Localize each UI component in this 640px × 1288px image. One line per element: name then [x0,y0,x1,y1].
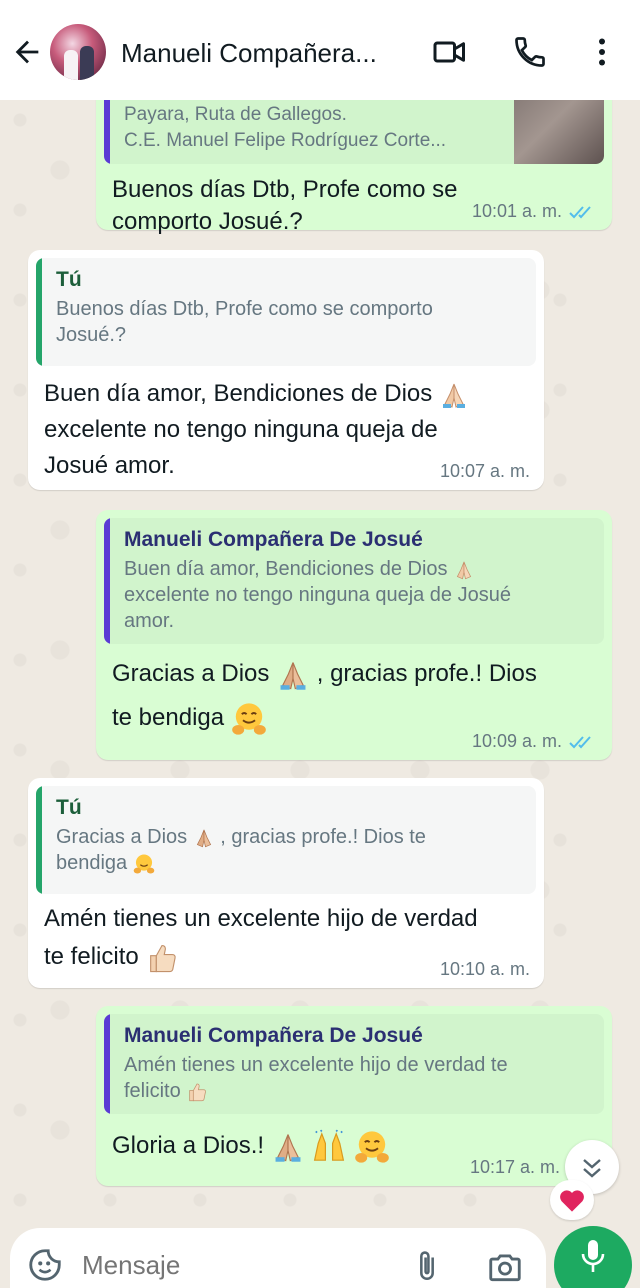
message-meta: 10:01 a. m. [472,201,598,222]
message-text-segment: Buen día amor, Bendiciones de Dios [44,380,433,407]
message-bubble-outgoing[interactable]: Manueli Compañera De Josué Amén tienes u… [96,1006,612,1186]
quoted-message[interactable]: Tú Buenos días Dtb, Profe como se compor… [36,258,536,366]
message-time: 10:09 a. m. [471,731,562,751]
message-bubble-outgoing[interactable]: Payara, Ruta de Gallegos. C.E. Manuel Fe… [96,100,612,235]
praying-hands-icon [457,561,472,580]
message-time: 10:17 a. m. [469,1157,560,1177]
message-composer[interactable] [10,1228,546,1288]
quoted-text-line: Gracias a Dios , gracias profe.! Dios te [56,824,522,850]
message-text-segment: , gracias profe.! Dios [316,660,537,687]
video-call-icon[interactable] [432,34,468,70]
message-text: Gracias a Dios , gracias profe.! Dios te… [104,644,604,740]
quoted-text-line: Josué.? [56,324,127,346]
message-meta: 10:10 a. m. [440,959,530,980]
quoted-text-line: C.E. Manuel Felipe Rodríguez Corte... [124,130,447,151]
message-bubble-incoming[interactable]: Tú Buenos días Dtb, Profe como se compor… [28,250,544,490]
quoted-text-line: Payara, Ruta de Gallegos. [124,104,347,125]
praying-hands-icon [442,383,465,408]
thumbs-up-icon [150,944,177,972]
quoted-text-line: Amén tienes un excelente hijo de verdad … [124,1054,508,1076]
quoted-author: Tú [56,268,82,291]
heart-icon [560,1190,584,1212]
quoted-text-line: excelente no tengo ninguna queja de Josu… [124,584,511,606]
thumbs-up-icon [189,1083,207,1101]
quoted-text-line: amor. [124,610,175,632]
quoted-text-segment: Gracias a Dios [56,826,188,848]
message-text-line: Gracias a Dios , gracias profe.! Dios [112,652,596,696]
microphone-icon [581,1240,605,1272]
more-options-icon[interactable] [584,34,620,70]
chat-header: Manueli Compañera... [0,0,640,100]
quoted-text-line: felicito [124,1078,590,1104]
message-text-segment: te bendiga [112,704,225,731]
message-meta: 10:17 a. m. [470,1157,560,1178]
praying-hands-icon [280,661,306,690]
message-input[interactable] [82,1250,382,1281]
message-time: 10:01 a. m. [471,201,562,221]
message-text-line: excelente no tengo ninguna queja de [44,416,438,443]
hugging-face-icon [133,854,155,874]
message-text-line: Amén tienes un excelente hijo de verdad [44,905,478,932]
quoted-author: Manueli Compañera De Josué [124,1024,423,1047]
quoted-text-segment: , gracias profe.! Dios te [220,826,426,848]
emoji-sticker-icon[interactable] [26,1246,64,1284]
quoted-message[interactable]: Payara, Ruta de Gallegos. C.E. Manuel Fe… [104,100,604,164]
chat-messages-area[interactable]: Payara, Ruta de Gallegos. C.E. Manuel Fe… [0,100,640,1228]
quoted-text-segment: felicito [124,1080,181,1102]
quoted-text-line: bendiga [56,850,522,876]
hugging-face-icon [231,703,266,735]
quoted-message[interactable]: Manueli Compañera De Josué Buen día amor… [104,518,604,644]
message-bubble-incoming[interactable]: Tú Gracias a Dios , gracias profe.! Dios… [28,778,544,988]
voice-message-button[interactable] [554,1226,632,1288]
message-text-segment: Gracias a Dios [112,660,270,687]
quoted-text-line: Buen día amor, Bendiciones de Dios [124,556,590,582]
quoted-message[interactable]: Tú Gracias a Dios , gracias profe.! Dios… [36,786,536,894]
message-text-segment: Gloria a Dios.! [112,1132,265,1159]
message-meta: 10:07 a. m. [440,461,530,482]
message-meta: 10:09 a. m. [472,731,598,752]
message-bubble-outgoing[interactable]: Manueli Compañera De Josué Buen día amor… [96,510,612,760]
raising-hands-icon [314,1129,345,1161]
praying-hands-icon [196,829,211,848]
contact-avatar[interactable] [50,24,106,80]
hugging-face-icon [355,1131,389,1163]
quoted-text-segment: Buen día amor, Bendiciones de Dios [124,558,448,580]
quoted-text-line: Buenos días Dtb, Profe como se comporto [56,298,433,320]
quoted-author: Manueli Compañera De Josué [124,528,423,551]
message-text-segment: te felicito [44,943,139,970]
message-time: 10:10 a. m. [439,959,530,979]
phone-call-icon[interactable] [512,34,548,70]
quoted-author: Tú [56,796,82,819]
message-reaction[interactable] [550,1180,594,1220]
camera-icon[interactable] [486,1248,524,1286]
quoted-message[interactable]: Manueli Compañera De Josué Amén tienes u… [104,1014,604,1114]
back-arrow-icon[interactable] [10,35,44,69]
read-ticks-icon [569,735,591,748]
message-text-line: Buen día amor, Bendiciones de Dios [44,376,528,412]
message-time: 10:07 a. m. [439,461,530,481]
quoted-text-segment: bendiga [56,852,128,874]
praying-hands-icon [275,1133,301,1162]
read-ticks-icon [569,205,591,218]
quoted-image-thumbnail [514,100,604,164]
chat-title[interactable]: Manueli Compañera... [121,38,411,69]
attach-paperclip-icon[interactable] [410,1246,444,1286]
